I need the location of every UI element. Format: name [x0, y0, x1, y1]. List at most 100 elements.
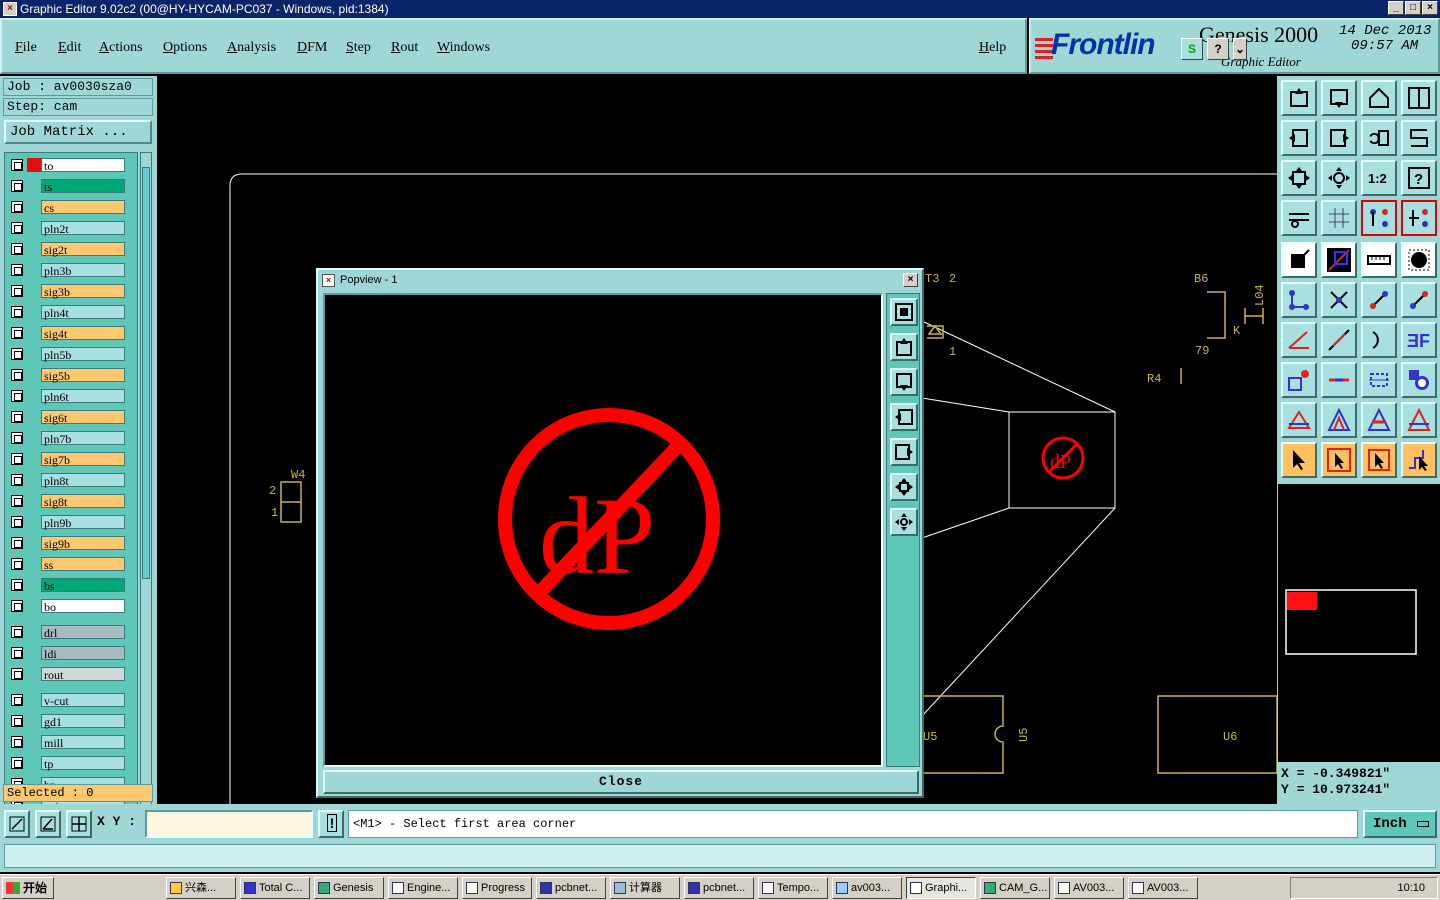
layer-checkbox[interactable]	[11, 327, 23, 339]
menu-windows[interactable]: Windows	[437, 40, 490, 56]
tool-add-line[interactable]	[1321, 242, 1357, 278]
layer-row-rout[interactable]: rout	[5, 666, 139, 682]
layer-row-gd1[interactable]: gd1	[5, 713, 139, 729]
tool-net-select[interactable]	[1281, 282, 1317, 318]
task-6[interactable]: pcbnet...	[536, 877, 606, 899]
snap-mode-button[interactable]	[4, 810, 30, 838]
tool-triangle-bar[interactable]	[1361, 402, 1397, 438]
tool-select-net[interactable]	[1401, 442, 1437, 478]
tool-pad-move[interactable]	[1281, 362, 1317, 398]
layer-row-tp[interactable]: tp	[5, 755, 139, 771]
layer-checkbox[interactable]	[11, 264, 23, 276]
task-12[interactable]: CAM_G...	[980, 877, 1050, 899]
tool-scale-1-2[interactable]: 1:2	[1361, 160, 1397, 196]
layer-checkbox[interactable]	[11, 369, 23, 381]
layer-row-pln3b[interactable]: pln3b	[5, 262, 139, 278]
task-14[interactable]: AV003...	[1128, 877, 1198, 899]
script-button[interactable]: S	[1181, 38, 1203, 60]
layer-row-sig2t[interactable]: sig2t	[5, 241, 139, 257]
layer-checkbox[interactable]	[11, 668, 23, 680]
grid-snap-button[interactable]	[66, 810, 92, 838]
menu-step[interactable]: Step	[346, 40, 371, 56]
popview-pan-right-button[interactable]	[890, 438, 918, 466]
tool-pan-down[interactable]	[1321, 80, 1357, 116]
layer-checkbox[interactable]	[11, 516, 23, 528]
layer-row-cs[interactable]: cs	[5, 199, 139, 215]
layer-checkbox[interactable]	[11, 600, 23, 612]
popview-title-bar[interactable]: Popview - 1	[318, 270, 922, 290]
maximize-button[interactable]: □	[1405, 1, 1421, 15]
layer-row-pln4t[interactable]: pln4t	[5, 304, 139, 320]
tool-add-pad[interactable]	[1281, 242, 1317, 278]
layer-checkbox[interactable]	[11, 453, 23, 465]
tool-arc[interactable]	[1361, 322, 1397, 358]
layer-row-ss[interactable]: ss	[5, 556, 139, 572]
layer-row-pln5b[interactable]: pln5b	[5, 346, 139, 362]
tool-home[interactable]	[1361, 80, 1397, 116]
layer-row-pln7b[interactable]: pln7b	[5, 430, 139, 446]
popview-close-x-button[interactable]: ×	[903, 273, 918, 287]
task-9[interactable]: Tempo...	[758, 877, 828, 899]
job-matrix-button[interactable]: Job Matrix ...	[4, 120, 152, 144]
layer-row-bs[interactable]: bs	[5, 577, 139, 593]
layer-checkbox[interactable]	[11, 495, 23, 507]
tool-settings[interactable]	[1281, 200, 1317, 236]
layer-checkbox[interactable]	[11, 579, 23, 591]
task-13[interactable]: AV003...	[1054, 877, 1124, 899]
layer-checkbox[interactable]	[11, 736, 23, 748]
layer-checkbox[interactable]	[11, 558, 23, 570]
task-7[interactable]: 计算器	[610, 877, 680, 899]
tool-pan-left[interactable]	[1281, 120, 1317, 156]
task-3[interactable]: Genesis	[314, 877, 384, 899]
menu-edit[interactable]: Edit	[58, 40, 81, 56]
popview-zoom-in-button[interactable]	[890, 298, 918, 326]
layer-row-sig4t[interactable]: sig4t	[5, 325, 139, 341]
layer-checkbox[interactable]	[11, 201, 23, 213]
tool-triangle-outline[interactable]	[1321, 402, 1357, 438]
help-query-button[interactable]: ?	[1207, 38, 1229, 60]
tool-diagonal[interactable]	[1321, 322, 1357, 358]
layer-checkbox[interactable]	[11, 537, 23, 549]
layer-checkbox[interactable]	[11, 180, 23, 192]
layer-row-to[interactable]: to	[5, 157, 139, 173]
task-1[interactable]: 兴森...	[166, 877, 236, 899]
task-8[interactable]: pcbnet...	[684, 877, 754, 899]
tool-select-box[interactable]	[1321, 442, 1357, 478]
scrollbar-thumb[interactable]	[142, 167, 150, 579]
tool-connect[interactable]	[1361, 282, 1397, 318]
layer-row-bo[interactable]: bo	[5, 598, 139, 614]
info-button[interactable]: !	[318, 810, 344, 838]
layer-checkbox[interactable]	[11, 390, 23, 402]
menu-options[interactable]: Options	[163, 40, 207, 56]
layer-checkbox[interactable]	[11, 626, 23, 638]
menu-actions[interactable]: Actions	[99, 40, 143, 56]
layer-row-sig3b[interactable]: sig3b	[5, 283, 139, 299]
tool-layer-compare[interactable]	[1361, 200, 1397, 236]
tool-triangle-cut[interactable]	[1401, 402, 1437, 438]
unit-selector[interactable]: Inch	[1363, 810, 1437, 838]
layer-checkbox[interactable]	[11, 159, 23, 171]
xy-input[interactable]	[145, 810, 313, 838]
layer-row-sig5b[interactable]: sig5b	[5, 367, 139, 383]
menu-help[interactable]: Help	[979, 40, 1006, 56]
close-window-button[interactable]: ×	[1422, 1, 1438, 15]
tool-resize[interactable]	[1361, 362, 1397, 398]
menu-dfm[interactable]: DFM	[297, 40, 327, 56]
layer-checkbox[interactable]	[11, 757, 23, 769]
tool-zoom-home-up[interactable]	[1281, 80, 1317, 116]
tool-window-split[interactable]	[1401, 80, 1437, 116]
tool-triangle-fill[interactable]	[1281, 402, 1317, 438]
tool-connect-alt[interactable]	[1401, 282, 1437, 318]
layer-row-sig9b[interactable]: sig9b	[5, 535, 139, 551]
tool-zoom-fit[interactable]	[1281, 160, 1317, 196]
layer-row-pln9b[interactable]: pln9b	[5, 514, 139, 530]
tool-select-poly[interactable]	[1361, 442, 1397, 478]
layer-checkbox[interactable]	[11, 348, 23, 360]
popview-zoom-fit-button[interactable]	[890, 473, 918, 501]
tool-snap[interactable]	[1401, 120, 1437, 156]
tool-pan-right[interactable]	[1321, 120, 1357, 156]
task-5[interactable]: Progress	[462, 877, 532, 899]
popview-pan-down-button[interactable]	[890, 368, 918, 396]
tool-select-pad[interactable]	[1401, 242, 1437, 278]
layer-checkbox[interactable]	[11, 285, 23, 297]
